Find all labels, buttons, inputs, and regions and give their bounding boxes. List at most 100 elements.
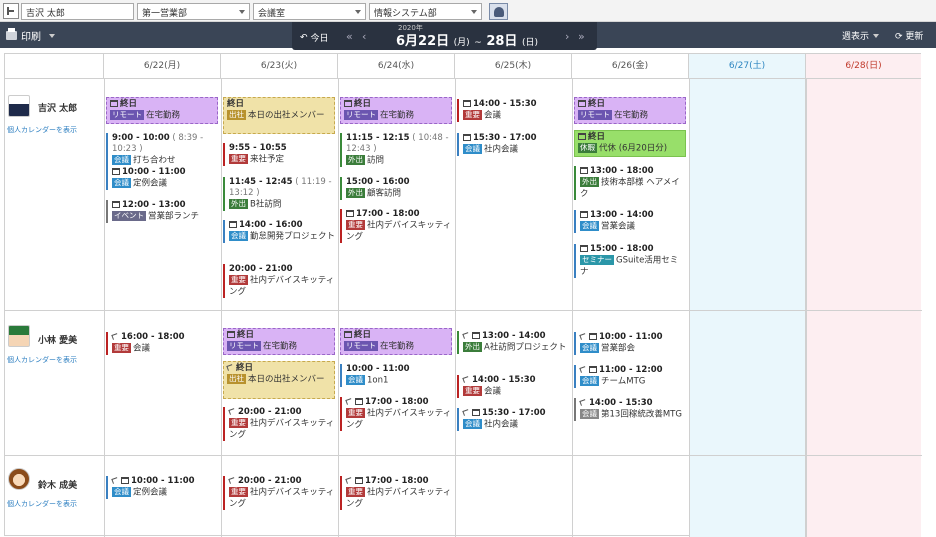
prev-week-icon[interactable]: « (346, 30, 353, 43)
event[interactable]: 13:00 - 14:00 会議 営業会議 (574, 210, 686, 233)
event-time: 13:00 - 14:00 (482, 331, 546, 341)
event-tag: 休暇 (578, 143, 597, 153)
saturday-column (689, 79, 806, 537)
event[interactable]: 14:00 - 15:30 重要 会議 (457, 99, 569, 122)
event[interactable]: 17:00 - 18:00 重要 社内デバイスキッティング (340, 209, 452, 243)
event[interactable]: 14:00 - 16:00 会議 勤怠開発プロジェクト (223, 220, 335, 243)
event-text: 来社予定 (250, 154, 285, 165)
user-picker-button[interactable] (489, 3, 508, 20)
group-select-2[interactable]: 会議室 (253, 3, 366, 20)
event[interactable]: 12:00 - 13:00 イベント 営業部ランチ (106, 200, 218, 223)
day-header[interactable]: 6/24(水) (338, 54, 455, 79)
allday-event[interactable]: 終日 リモート 在宅勤務 (106, 97, 218, 124)
allday-event[interactable]: 終日 リモート 在宅勤務 (340, 328, 452, 355)
event-text: A社訪問プロジェクト (484, 342, 567, 353)
event-tag: 重要 (346, 408, 365, 418)
event[interactable]: 13:00 - 14:00 外出 A社訪問プロジェクト (457, 331, 569, 354)
personal-calendar-link[interactable]: 個人カレンダーを表示 (7, 125, 77, 135)
sunday-column (806, 79, 921, 537)
event[interactable]: 14:00 - 15:30 重要 会議 (457, 375, 569, 398)
personal-calendar-link[interactable]: 個人カレンダーを表示 (7, 355, 77, 365)
repeat-icon (462, 332, 470, 339)
event-tag: 会議 (580, 409, 599, 419)
event[interactable]: 16:00 - 18:00 重要 会議 (106, 332, 218, 355)
chevron-down-icon (49, 33, 55, 38)
event[interactable]: 11:00 - 12:00 会議 チームMTG (574, 365, 686, 388)
personal-calendar-link[interactable]: 個人カレンダーを表示 (7, 499, 77, 509)
repeat-icon (228, 477, 236, 484)
week-view-label: 週表示 (842, 32, 870, 42)
day-header-saturday[interactable]: 6/27(土) (689, 54, 806, 79)
range-end: 28日 (486, 34, 518, 49)
event[interactable]: 15:00 - 18:00 セミナー GSuite活用セミナ (574, 244, 686, 278)
day-header[interactable]: 6/26(金) (572, 54, 689, 79)
allday-event[interactable]: 終日 リモート 在宅勤務 (340, 97, 452, 124)
day-header[interactable]: 6/25(木) (455, 54, 572, 79)
event-text: 在宅勤務 (614, 110, 649, 121)
event[interactable]: 15:30 - 17:00 会議 社内会議 (457, 133, 569, 156)
calendar-icon (344, 331, 352, 338)
date-navigator: 2020年 ↶ 今日 « ‹ 6月22日 (月) ~ 28日 (日) › » (292, 22, 597, 50)
calendar-icon (578, 100, 586, 107)
event[interactable]: 20:00 - 21:00 重要 社内デバイスキッティング (223, 264, 335, 298)
next-day-icon[interactable]: › (565, 30, 569, 43)
print-button[interactable]: 印刷 (6, 28, 55, 43)
event[interactable]: 20:00 - 21:00 重要 社内デバイスキッティング (223, 476, 335, 510)
allday-event[interactable]: 終日 リモート 在宅勤務 (574, 97, 686, 124)
event-text: 本日の出社メンバー (248, 374, 325, 385)
event[interactable]: 10:00 - 11:00 会議 営業部会 (574, 332, 686, 355)
calendar-icon (472, 332, 480, 339)
day-header-sunday[interactable]: 6/28(日) (806, 54, 921, 79)
event-tag: セミナー (580, 255, 614, 265)
allday-event[interactable]: 終日 休暇 代休 (6月20日分) (574, 130, 686, 157)
event[interactable]: 15:30 - 17:00 会議 社内会議 (457, 408, 569, 431)
calendar-icon (589, 366, 597, 373)
calendar-icon (463, 100, 471, 107)
event-text: 本日の出社メンバー (248, 110, 325, 121)
day-header[interactable]: 6/22(月) (104, 54, 221, 79)
prev-day-icon[interactable]: ‹ (362, 30, 366, 43)
event-tag: リモート (110, 110, 144, 120)
group-select-3[interactable]: 情報システム部 (369, 3, 482, 20)
event[interactable]: 9:00 - 10:00 ( 8:39 - 10:23 ) 会議 打ち合わせ (106, 133, 218, 167)
calendar-icon (463, 134, 471, 141)
refresh-button[interactable]: ⟳ 更新 (895, 29, 923, 42)
event[interactable]: 17:00 - 18:00 重要 社内デバイスキッティング (340, 476, 452, 510)
event-time: 14:00 - 16:00 (239, 220, 303, 230)
range-end-dow: (日) (521, 38, 538, 48)
event[interactable]: 15:00 - 16:00 外出 顧客訪問 (340, 177, 452, 200)
person-name: 小林 愛美 (38, 336, 78, 346)
chevron-down-icon (239, 10, 245, 14)
user-select[interactable]: 吉沢 太郎 (21, 3, 134, 20)
undo-icon: ↶ (300, 32, 308, 43)
event[interactable]: 13:00 - 18:00 外出 技術本部様 ヘアメイク (574, 166, 686, 200)
event[interactable]: 9:55 - 10:55 重要 来社予定 (223, 143, 335, 166)
event[interactable]: 20:00 - 21:00 重要 社内デバイスキッティング (223, 407, 335, 441)
repeat-icon (111, 333, 119, 340)
event-text: 訪問 (367, 155, 385, 166)
day-header[interactable]: 6/23(火) (221, 54, 338, 79)
collapse-icon[interactable] (3, 3, 19, 19)
event[interactable]: 11:45 - 12:45 ( 11:19 - 13:12 ) 外出 B社訪問 (223, 177, 335, 211)
next-week-icon[interactable]: » (578, 30, 585, 43)
allday-event[interactable]: 終日 出社 本日の出社メンバー (223, 361, 335, 399)
event[interactable]: 10:00 - 11:00 会議 定例会議 (106, 167, 218, 190)
person-name: 吉沢 太郎 (38, 104, 78, 114)
event[interactable]: 11:15 - 12:15 ( 10:48 - 12:43 ) 外出 訪問 (340, 133, 452, 167)
calendar-icon (110, 100, 118, 107)
today-button[interactable]: ↶ 今日 (300, 31, 329, 45)
event-time: 17:00 - 18:00 (365, 476, 429, 486)
event-text: 在宅勤務 (380, 341, 415, 352)
allday-event[interactable]: 終日 リモート 在宅勤務 (223, 328, 335, 355)
event-tag: 外出 (346, 188, 365, 198)
event[interactable]: 17:00 - 18:00 重要 社内デバイスキッティング (340, 397, 452, 431)
week-grid: 6/22(月) 6/23(火) 6/24(水) 6/25(木) 6/26(金) … (4, 53, 922, 537)
event[interactable]: 14:00 - 15:30 会議 第13回稼統改善MTG (574, 398, 686, 421)
event[interactable]: 10:00 - 11:00 会議 定例会議 (106, 476, 218, 499)
event-tag: 重要 (229, 275, 248, 285)
allday-event[interactable]: 終日 出社 本日の出社メンバー (223, 97, 335, 134)
event[interactable]: 10:00 - 11:00 会議 1on1 (340, 364, 452, 387)
group-select-1[interactable]: 第一営業部 (137, 3, 250, 20)
week-view-select[interactable]: 週表示 (842, 29, 880, 42)
calendar-icon (580, 211, 588, 218)
